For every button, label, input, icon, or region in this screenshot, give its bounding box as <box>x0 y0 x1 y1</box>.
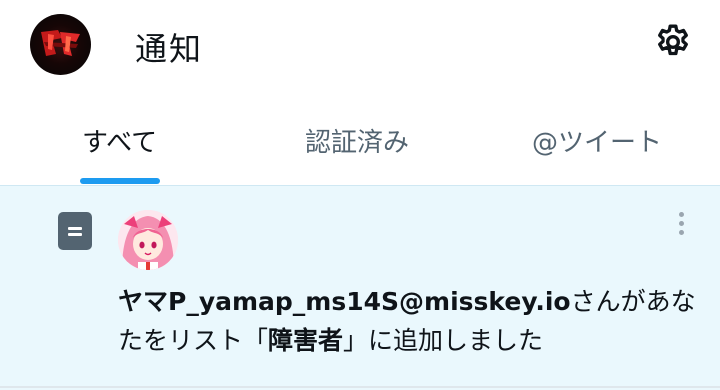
tab-bar: すべて 認証済み @ツイート <box>0 110 720 186</box>
settings-button[interactable] <box>652 21 694 63</box>
more-options-button[interactable] <box>672 208 692 240</box>
list-icon <box>58 212 92 250</box>
tab-mentions[interactable]: @ツイート <box>532 122 662 159</box>
more-vertical-icon <box>679 212 684 217</box>
user-avatar[interactable] <box>118 210 178 270</box>
gear-icon <box>658 24 688 56</box>
tab-all[interactable]: すべて <box>82 122 157 159</box>
app-header: 通知 <box>0 0 720 92</box>
notification-text: ヤマP_yamap_ms14S@misskey.ioさんがあなたをリスト「障害者… <box>118 282 698 360</box>
notification-item[interactable]: ヤマP_yamap_ms14S@misskey.ioさんがあなたをリスト「障害者… <box>0 186 720 390</box>
divider <box>0 386 720 388</box>
active-tab-indicator <box>80 178 160 184</box>
user-handle-link[interactable]: ヤマP_yamap_ms14S@misskey.io <box>118 287 571 316</box>
profile-avatar[interactable] <box>30 14 91 75</box>
list-name[interactable]: 障害者 <box>268 326 343 355</box>
avatar-art <box>41 30 80 56</box>
tab-verified[interactable]: 認証済み <box>305 122 409 159</box>
message-text-end: 」に追加しました <box>343 326 544 355</box>
avatar-art <box>118 210 178 270</box>
page-title: 通知 <box>135 30 204 68</box>
